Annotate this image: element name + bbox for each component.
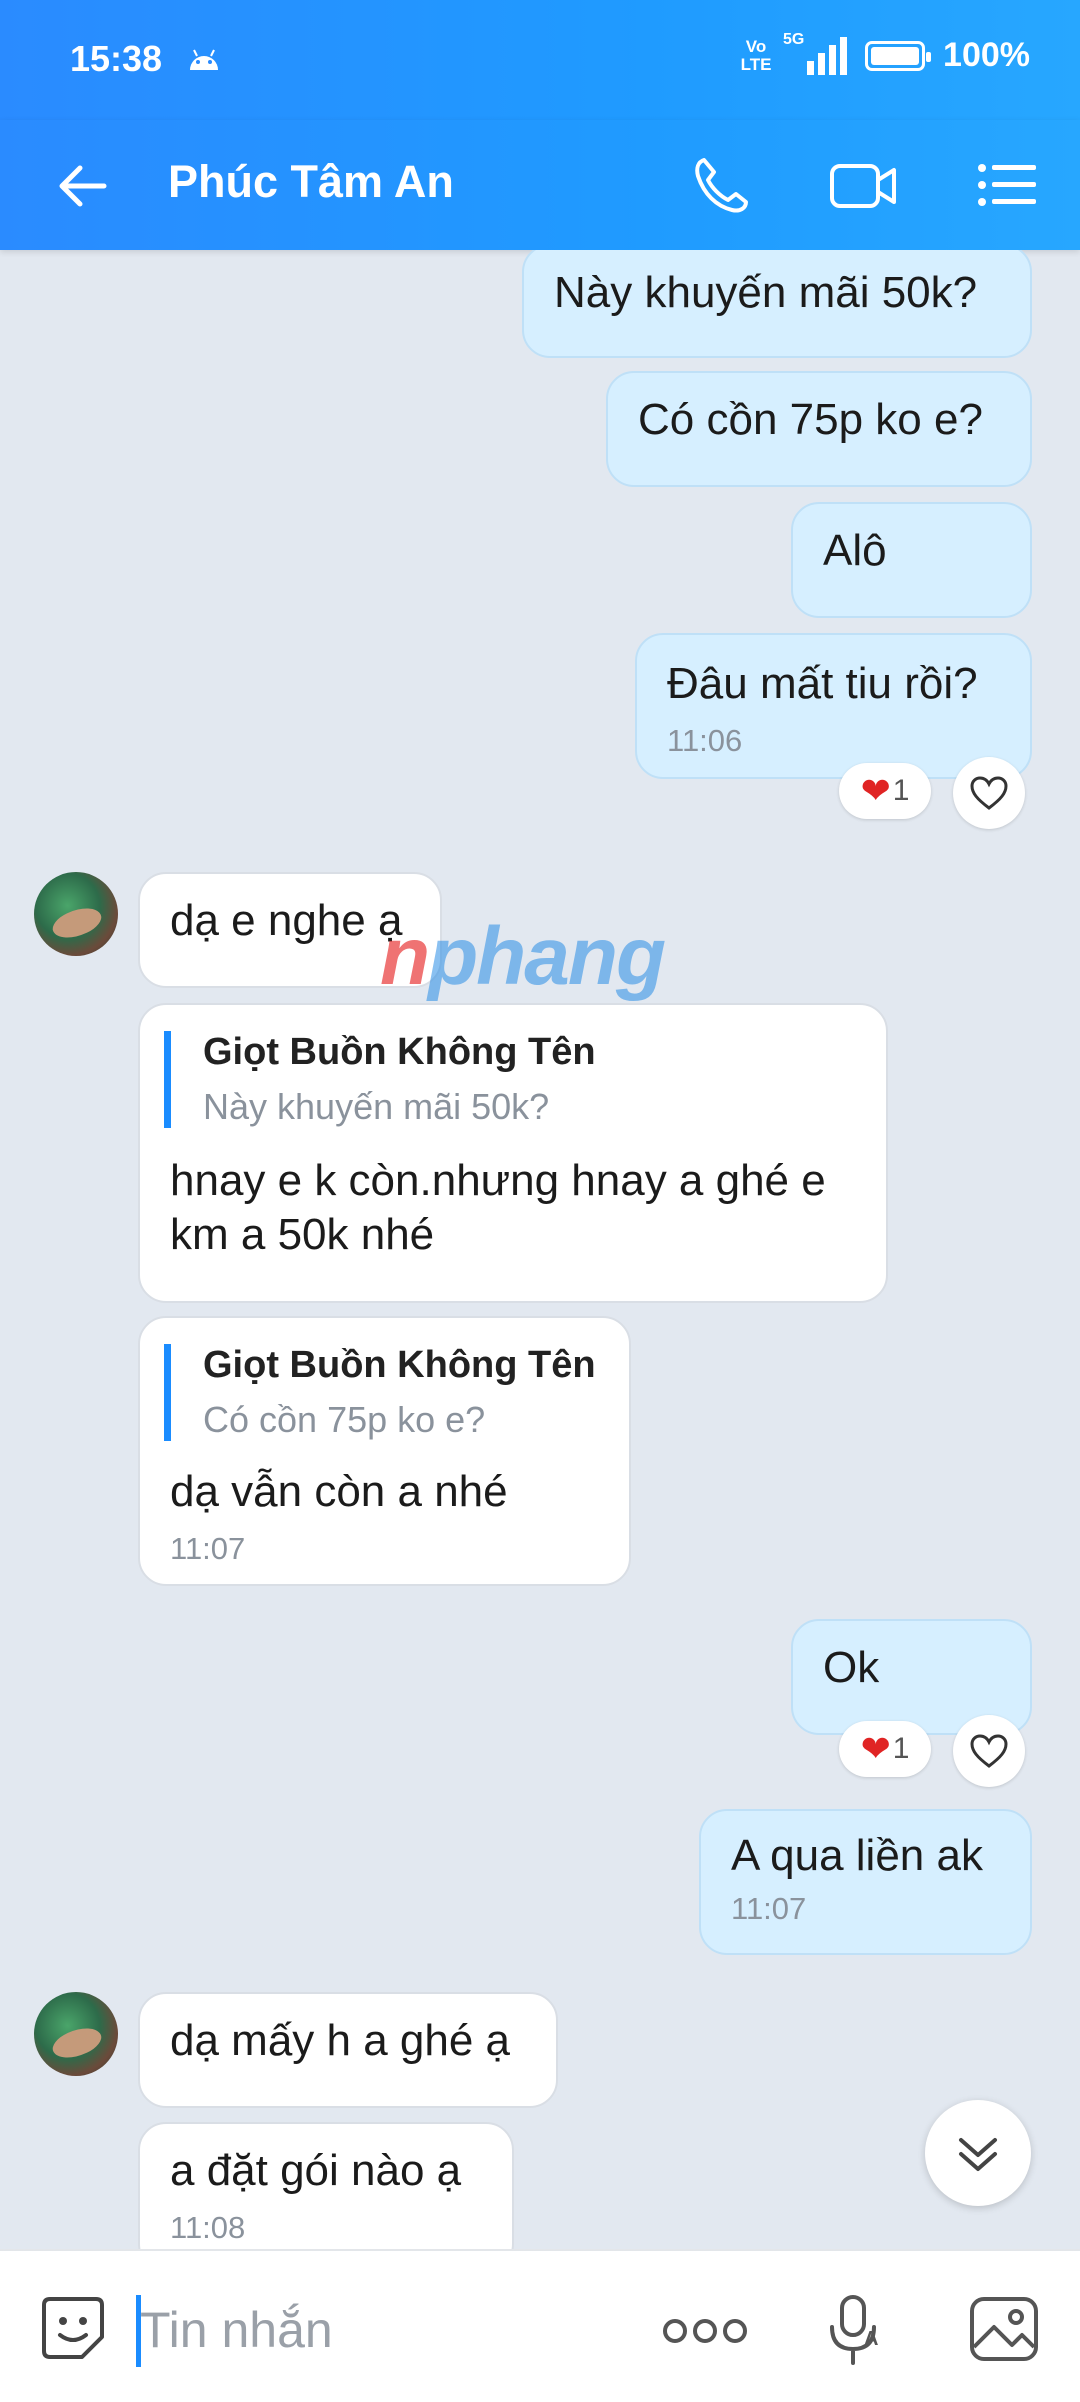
message-text: A qua liền ak — [731, 1831, 983, 1880]
message-text: dạ e nghe ạ — [170, 896, 403, 945]
message-text: Đâu mất tiu rồi? — [667, 659, 978, 708]
quoted-message[interactable]: Giọt Buồn Không Tên Này khuyến mãi 50k? — [164, 1031, 856, 1128]
message-text: Có cồn 75p ko e? — [638, 395, 983, 444]
svg-text:A: A — [864, 2328, 878, 2350]
battery-icon — [865, 40, 932, 71]
message-input[interactable]: Tin nhắn — [140, 2301, 333, 2359]
status-time: 15:38 — [70, 38, 163, 79]
outgoing-message[interactable]: A qua liền ak 11:07 — [699, 1809, 1032, 1955]
heart-reaction-icon: ❤ — [860, 770, 891, 811]
outgoing-message[interactable]: Này khuyến mãi 50k? — [522, 250, 1032, 358]
video-call-icon[interactable] — [828, 150, 898, 220]
incoming-message[interactable]: dạ mấy h a ghé ạ — [138, 1992, 558, 2108]
message-text: dạ vẫn còn a nhé — [170, 1467, 508, 1516]
message-time: 11:08 — [170, 2210, 246, 2245]
status-bar: 15:38 Vo LTE 5G 100% — [0, 0, 1080, 120]
quoted-author: Giọt Buồn Không Tên — [203, 1031, 596, 1073]
reaction-badge[interactable]: ❤ 1 — [839, 1721, 931, 1777]
outgoing-message[interactable]: Có cồn 75p ko e? — [606, 371, 1032, 487]
message-text: Ok — [823, 1643, 880, 1692]
network-type: 5G — [783, 30, 805, 48]
message-time: 11:06 — [667, 723, 743, 758]
like-button[interactable] — [953, 1715, 1025, 1787]
reaction-count: 1 — [892, 774, 910, 807]
reaction-badge[interactable]: ❤ 1 — [839, 763, 931, 819]
back-arrow-icon[interactable] — [52, 156, 112, 216]
message-composer: Tin nhắn A — [0, 2249, 1080, 2402]
message-time: 11:07 — [170, 1531, 246, 1566]
microphone-icon[interactable]: A — [820, 2291, 890, 2367]
heart-reaction-icon: ❤ — [860, 1728, 891, 1769]
status-indicators: Vo LTE 5G 100% — [739, 31, 1030, 75]
incoming-reply-message[interactable]: Giọt Buồn Không Tên Có cồn 75p ko e? dạ … — [138, 1316, 631, 1586]
volte-indicator: Vo LTE — [740, 36, 772, 74]
avatar[interactable] — [34, 1992, 118, 2076]
message-text: hnay e k còn.nhưng hnay a ghé e km a 50k… — [170, 1156, 826, 1259]
like-button[interactable] — [953, 757, 1025, 829]
heart-outline-icon — [970, 1734, 1008, 1768]
message-text: Này khuyến mãi 50k? — [554, 268, 978, 317]
image-gallery-icon[interactable] — [966, 2291, 1042, 2367]
double-chevron-down-icon — [959, 2138, 997, 2171]
android-icon — [190, 49, 218, 70]
sticker-emoji-icon[interactable] — [36, 2291, 110, 2365]
avatar[interactable] — [34, 872, 118, 956]
battery-level: 100% — [943, 36, 1030, 74]
heart-outline-icon — [970, 776, 1008, 810]
quoted-text: Này khuyến mãi 50k? — [203, 1086, 550, 1127]
contact-name[interactable]: Phúc Tâm An — [168, 156, 454, 208]
quoted-text: Có cồn 75p ko e? — [203, 1399, 486, 1440]
message-time: 11:07 — [731, 1891, 807, 1926]
chat-header: Phúc Tâm An — [0, 120, 1080, 250]
message-text: Alô — [823, 526, 887, 575]
quoted-author: Giọt Buồn Không Tên — [203, 1344, 596, 1386]
incoming-message[interactable]: a đặt gói nào ạ 11:08 — [138, 2122, 514, 2249]
message-list[interactable]: Này khuyến mãi 50k? Có cồn 75p ko e? Alô… — [0, 250, 1080, 2249]
message-text: dạ mấy h a ghé ạ — [170, 2016, 511, 2065]
outgoing-message[interactable]: Alô — [791, 502, 1032, 618]
scroll-to-bottom-button[interactable] — [925, 2100, 1031, 2206]
outgoing-message[interactable]: Đâu mất tiu rồi? 11:06 — [635, 633, 1032, 779]
quoted-message[interactable]: Giọt Buồn Không Tên Có cồn 75p ko e? — [164, 1344, 599, 1441]
phone-call-icon[interactable] — [686, 150, 756, 220]
message-text: a đặt gói nào ạ — [170, 2146, 462, 2195]
menu-list-icon[interactable] — [972, 150, 1042, 220]
signal-icon: 5G — [783, 31, 848, 75]
more-options-icon[interactable] — [660, 2311, 750, 2351]
incoming-reply-message[interactable]: Giọt Buồn Không Tên Này khuyến mãi 50k? … — [138, 1003, 888, 1303]
reaction-count: 1 — [892, 1732, 910, 1765]
watermark-logo: nphang — [380, 911, 666, 1002]
